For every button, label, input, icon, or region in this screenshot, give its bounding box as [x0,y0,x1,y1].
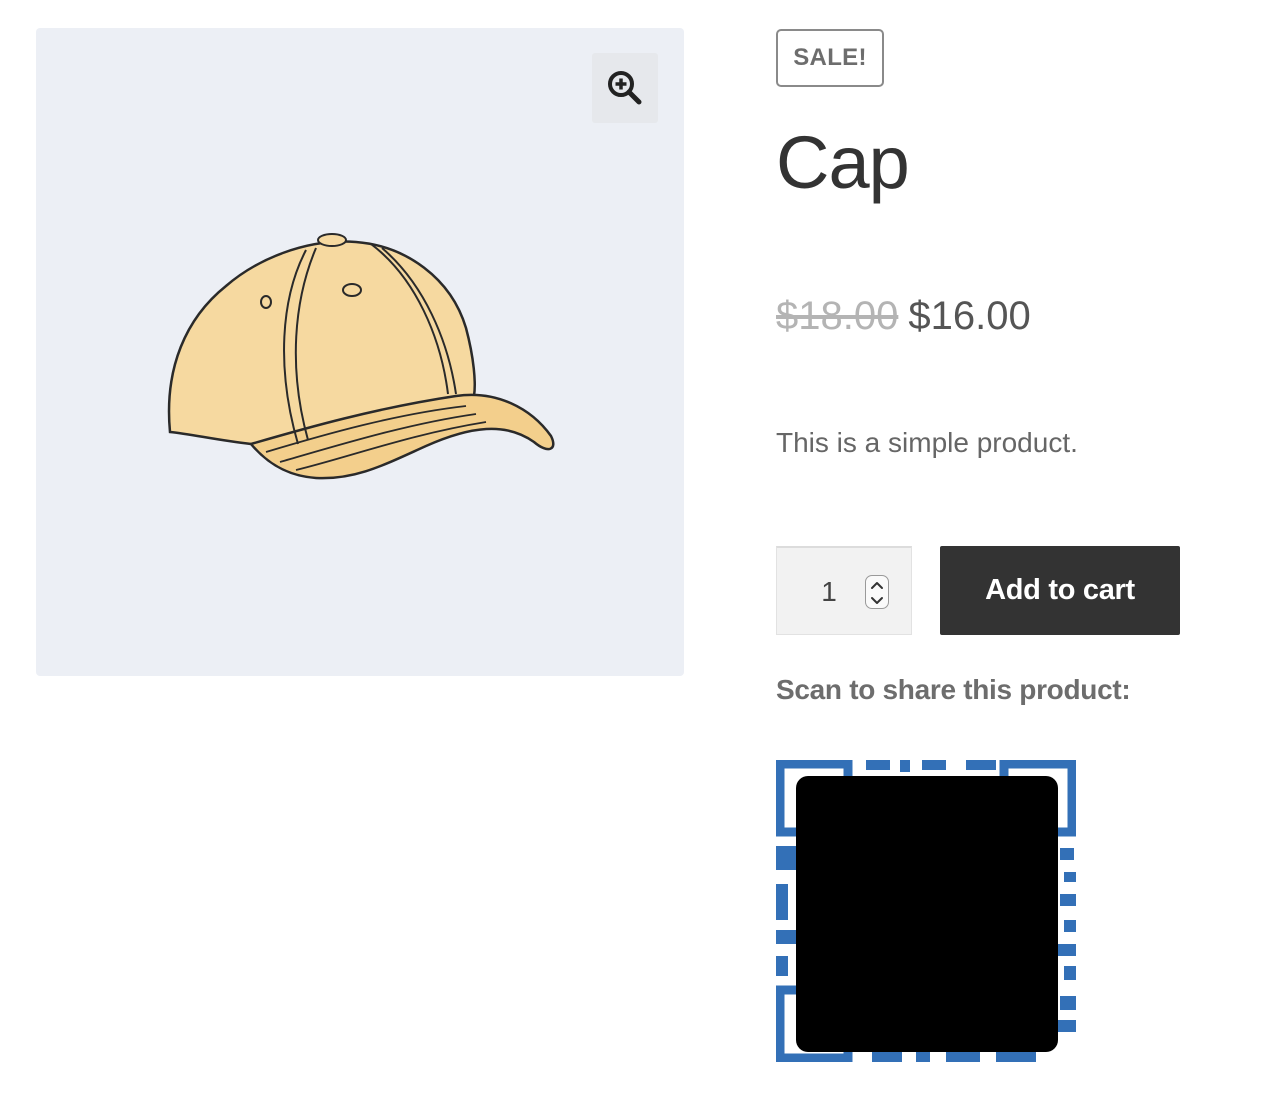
product-image[interactable] [156,218,566,488]
quantity-stepper[interactable] [865,575,889,609]
sale-price: $16.00 [908,294,1031,338]
add-to-cart-button[interactable]: Add to cart [940,546,1180,635]
short-description: This is a simple product. [776,427,1078,458]
chevron-down-icon[interactable] [869,594,885,606]
product-gallery [36,28,684,676]
share-label: Scan to share this product: [776,674,1131,705]
product-price: $18.00 $16.00 [776,296,1031,336]
regular-price: $18.00 [776,294,899,338]
quantity-input[interactable]: 1 [776,546,912,635]
zoom-in-icon [608,71,642,105]
chevron-up-icon[interactable] [869,578,885,590]
product-title: Cap [776,121,910,204]
sale-badge: SALE! [776,29,884,87]
zoom-button[interactable] [592,53,658,123]
qr-code-image [776,760,1076,1062]
